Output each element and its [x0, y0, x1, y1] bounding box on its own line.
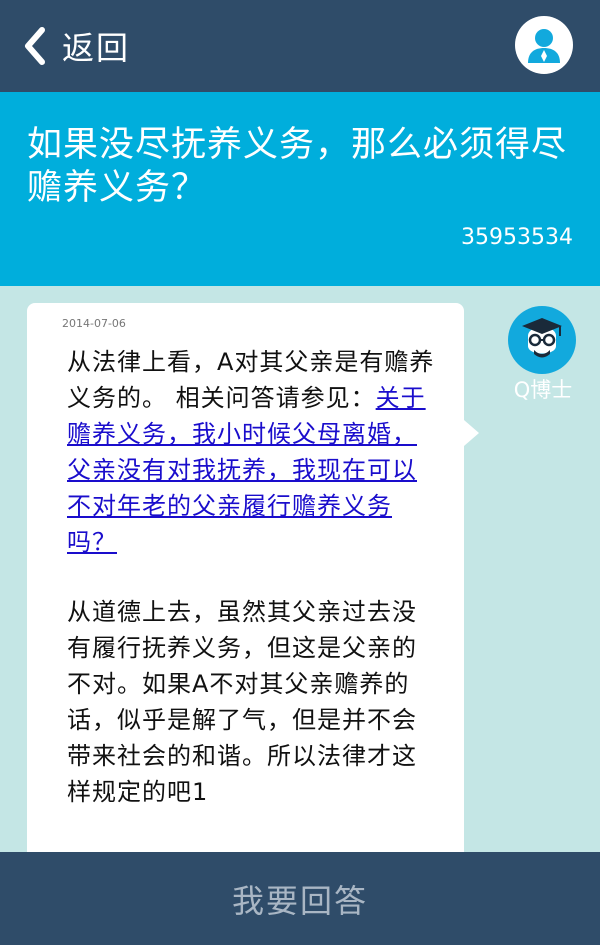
answer-card: 2014-07-06 从法律上看，A对其父亲是有赡养义务的。 相关问答请参见：关… — [27, 303, 464, 863]
question-title: 如果没尽抚养义务，那么必须得尽赡养义务？ — [27, 125, 568, 208]
author-avatar[interactable] — [508, 306, 576, 374]
answer-body: 从道德上去，虽然其父亲过去没有履行抚养义务，但这是父亲的不对。如果A不对其父亲赡… — [67, 598, 417, 806]
chevron-left-icon — [25, 27, 45, 65]
author-name: Q博士 — [513, 378, 573, 402]
reply-button[interactable]: 我要回答 — [0, 852, 600, 945]
bubble-pointer — [464, 420, 479, 446]
answer-date: 2014-07-06 — [62, 317, 126, 330]
user-avatar-button[interactable] — [515, 16, 573, 74]
answer-content: 从法律上看，A对其父亲是有赡养义务的。 相关问答请参见：关于赡养义务，我小时候父… — [67, 344, 437, 810]
top-bar: 返回 — [0, 0, 600, 92]
back-button[interactable]: 返回 — [22, 22, 130, 70]
question-panel: 如果没尽抚养义务，那么必须得尽赡养义务？ 35953534 — [0, 92, 600, 286]
question-id: 35953534 — [461, 225, 573, 250]
back-label: 返回 — [62, 29, 131, 67]
user-avatar-icon — [528, 29, 560, 63]
reply-label: 我要回答 — [231, 881, 368, 920]
doctor-avatar-icon — [522, 318, 562, 358]
